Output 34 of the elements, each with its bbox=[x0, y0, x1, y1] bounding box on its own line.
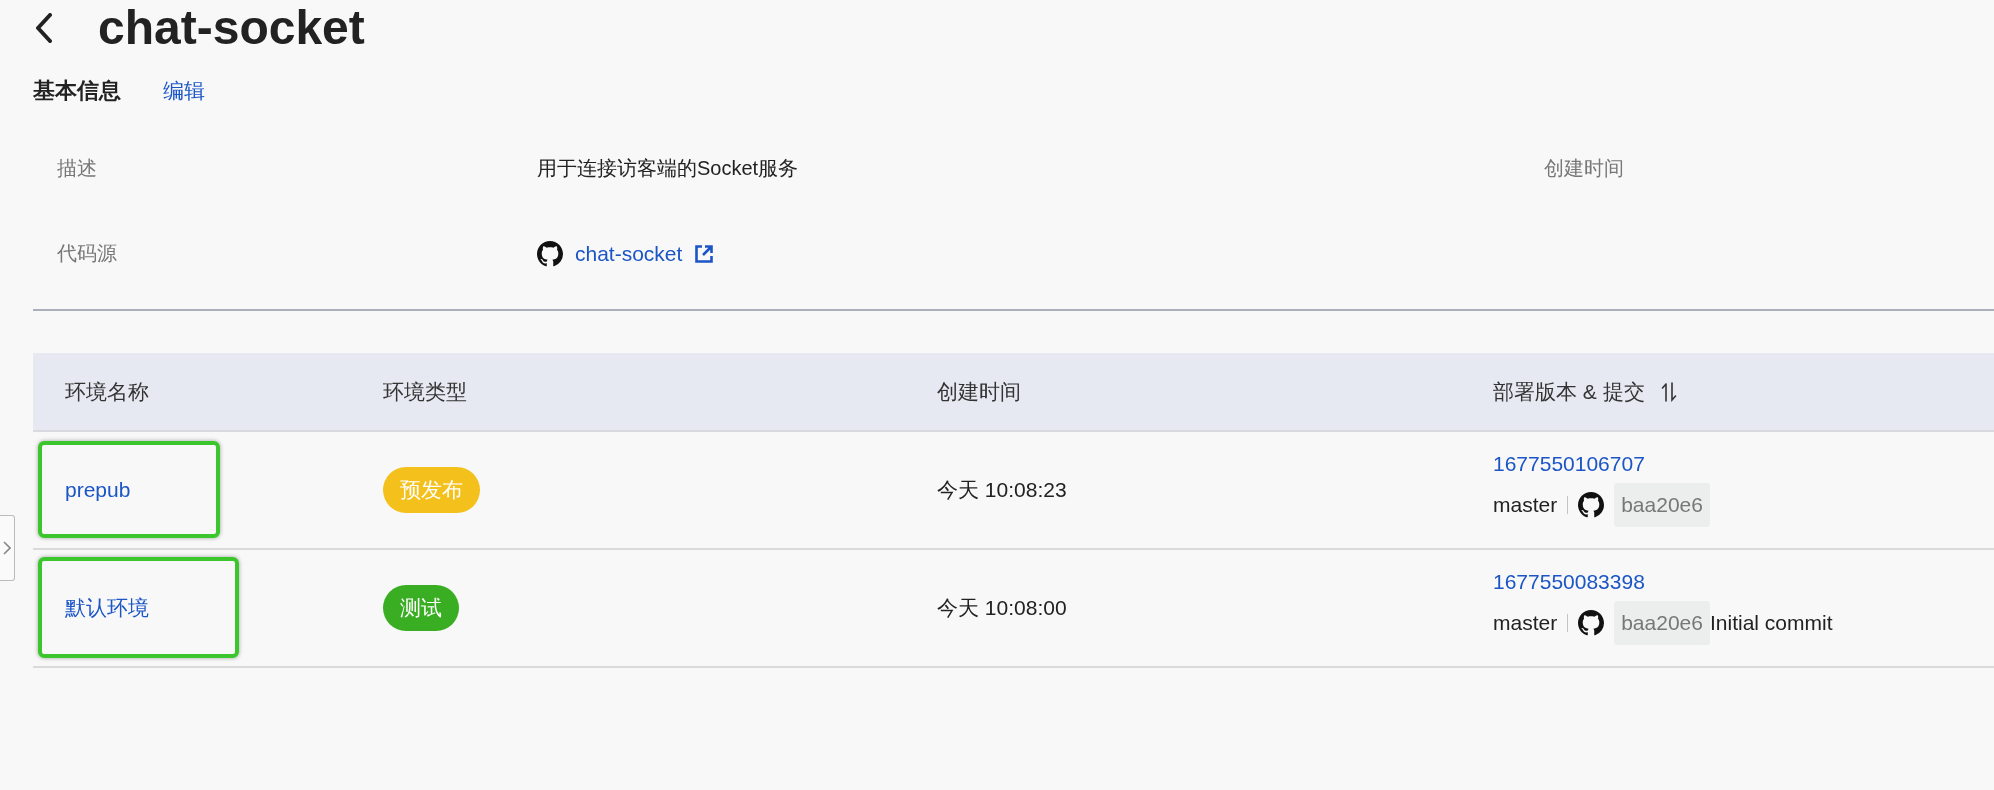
field-label: 创建时间 bbox=[1544, 156, 1624, 181]
back-button[interactable] bbox=[35, 13, 52, 43]
env-type-badge: 测试 bbox=[383, 585, 459, 631]
github-icon bbox=[1578, 610, 1605, 636]
github-icon bbox=[537, 240, 563, 267]
field-value: 用于连接访客端的Socket服务 bbox=[537, 156, 799, 181]
branch-name: master bbox=[1493, 611, 1558, 635]
version-link[interactable]: 1677550106707 bbox=[1493, 452, 1645, 476]
field-label: 代码源 bbox=[57, 241, 117, 266]
external-link-icon[interactable] bbox=[694, 243, 715, 264]
created-time: 今天 10:08:23 bbox=[937, 477, 1067, 503]
sort-icon[interactable] bbox=[1660, 381, 1677, 402]
section-title: 基本信息 bbox=[33, 77, 121, 105]
commit-message: Initial commit bbox=[1709, 611, 1833, 635]
github-icon bbox=[1578, 492, 1605, 518]
version-link[interactable]: 1677550083398 bbox=[1493, 570, 1645, 594]
environment-link[interactable]: prepub bbox=[65, 478, 131, 501]
column-header: 部署版本 & 提交 bbox=[1493, 378, 1645, 405]
field-label: 描述 bbox=[57, 156, 97, 181]
environment-link[interactable]: 默认环境 bbox=[65, 596, 149, 619]
sidebar-toggle[interactable] bbox=[0, 515, 15, 581]
env-type-badge: 预发布 bbox=[383, 467, 480, 513]
column-header: 环境类型 bbox=[383, 378, 467, 405]
column-header: 创建时间 bbox=[937, 378, 1021, 405]
created-time: 今天 10:08:00 bbox=[937, 595, 1067, 621]
commit-hash: baa20e6 bbox=[1614, 601, 1710, 645]
page-title: chat-socket bbox=[98, 0, 365, 56]
chevron-left-icon bbox=[35, 13, 52, 43]
commit-hash: baa20e6 bbox=[1614, 483, 1710, 527]
branch-name: master bbox=[1493, 493, 1558, 517]
column-header: 环境名称 bbox=[65, 378, 149, 405]
chevron-right-icon bbox=[3, 541, 11, 555]
edit-link[interactable]: 编辑 bbox=[163, 77, 205, 105]
repo-link[interactable]: chat-socket bbox=[575, 241, 683, 266]
